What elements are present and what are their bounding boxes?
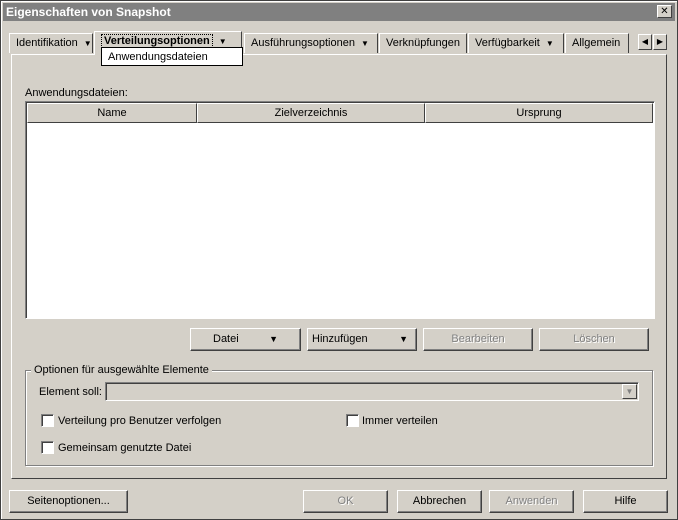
column-header-name[interactable]: Name [27,103,197,123]
tab-verfuegbarkeit[interactable]: Verfügbarkeit ▼ [468,33,564,53]
checkbox-label: Gemeinsam genutzte Datei [58,442,192,454]
chevron-down-icon: ▼ [269,334,278,344]
help-button[interactable]: Hilfe [583,490,668,513]
title-bar: Eigenschaften von Snapshot ✕ [3,3,675,21]
tab-label: Verknüpfungen [386,37,461,49]
files-label: Anwendungsdateien: [25,87,128,99]
chevron-down-icon: ▼ [545,39,554,48]
tab-label: Verteilungsoptionen [104,35,210,47]
hinzufuegen-button[interactable]: Hinzufügen ▼ [307,328,417,351]
tab-identifikation[interactable]: Identifikation ▼ [9,33,93,53]
cancel-button[interactable]: Abbrechen [397,490,482,513]
tab-ausfuehrungsoptionen[interactable]: Ausführungsoptionen ▼ [244,33,378,53]
element-soll-label: Element soll: [39,386,102,398]
tab-allgemein[interactable]: Allgemein [565,33,629,53]
tab-verknuepfungen[interactable]: Verknüpfungen [379,33,467,53]
hinzufuegen-label: Hinzufügen [312,333,368,345]
loeschen-button[interactable]: Löschen [539,328,649,351]
close-button[interactable]: ✕ [657,5,672,18]
datei-label: Datei [213,333,239,345]
checkbox-immer-verteilen[interactable] [346,414,359,427]
chevron-down-icon: ▼ [399,334,408,344]
arrow-left-icon: ◀ [641,37,649,46]
tab-scroll-left-button[interactable]: ◀ [638,34,652,50]
checkbox-label: Immer verteilen [362,415,438,427]
chevron-down-icon[interactable]: ▼ [622,384,637,399]
tab-scroll-right-button[interactable]: ▶ [653,34,667,50]
tab-label: Ausführungsoptionen [251,37,355,49]
apply-button[interactable]: Anwenden [489,490,574,513]
subtab-menu: Anwendungsdateien [101,47,243,66]
subtab-anwendungsdateien[interactable]: Anwendungsdateien [108,50,208,64]
close-icon: ✕ [660,6,669,17]
chevron-down-icon: ▼ [360,39,369,48]
window-title: Eigenschaften von Snapshot [6,5,171,19]
seitenoptionen-button[interactable]: Seitenoptionen... [9,490,128,513]
tab-label: Identifikation [16,37,78,49]
chevron-down-icon: ▼ [83,39,92,48]
files-table[interactable]: Name Zielverzeichnis Ursprung [25,101,655,319]
properties-dialog: Eigenschaften von Snapshot ✕ Identifikat… [0,0,678,520]
column-header-ursprung[interactable]: Ursprung [425,103,653,123]
column-header-zielverzeichnis[interactable]: Zielverzeichnis [197,103,425,123]
datei-button[interactable]: Datei ▼ [190,328,301,351]
chevron-down-icon: ▼ [218,37,227,46]
checkbox-label: Verteilung pro Benutzer verfolgen [58,415,222,427]
tab-label: Allgemein [572,37,621,49]
checkbox-verteilung-pro-benutzer[interactable] [41,414,54,427]
bearbeiten-button[interactable]: Bearbeiten [423,328,533,351]
checkbox-gemeinsam-genutzte-datei[interactable] [41,441,54,454]
tab-label: Verfügbarkeit [475,37,540,49]
ok-button[interactable]: OK [303,490,388,513]
arrow-right-icon: ▶ [656,37,664,46]
options-group-title: Optionen für ausgewählte Elemente [31,363,212,377]
element-soll-select[interactable]: ▼ [105,382,639,401]
